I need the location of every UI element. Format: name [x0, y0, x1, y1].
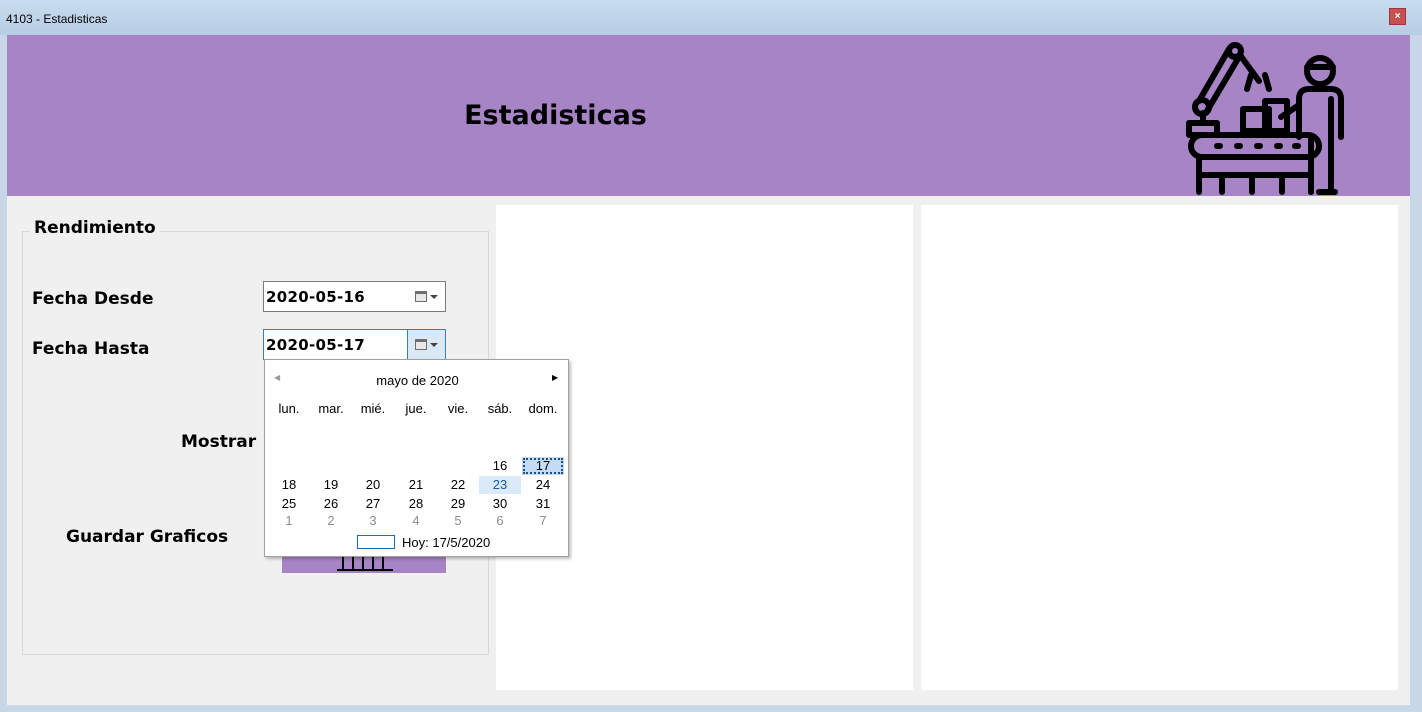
calendar-day[interactable]: 24	[522, 476, 564, 494]
fecha-hasta-dropdown-button[interactable]	[407, 330, 445, 359]
factory-worker-icon	[1186, 42, 1344, 195]
weekday-header: jue.	[405, 401, 427, 416]
calendar-icon	[415, 339, 427, 350]
calendar-day-next-month[interactable]: 4	[395, 512, 437, 530]
weekday-header: mié.	[360, 401, 386, 416]
calendar-day-next-month[interactable]: 2	[310, 512, 352, 530]
calendar-icon	[414, 291, 427, 302]
close-button[interactable]: ×	[1389, 8, 1406, 25]
fecha-hasta-value[interactable]: 2020-05-17	[266, 336, 365, 354]
calendar-next-month-button[interactable]: ▶	[552, 373, 558, 382]
window-client-area: Estadisticas Rendimiento Fecha Desde 202…	[7, 35, 1410, 705]
bar-chart-icon	[337, 557, 393, 571]
calendar-day[interactable]: 27	[352, 495, 394, 513]
fecha-desde-value[interactable]: 2020-05-16	[266, 288, 365, 306]
page-title: Estadisticas	[464, 100, 647, 131]
calendar-day[interactable]: 18	[268, 476, 310, 494]
calendar-day[interactable]: 31	[522, 495, 564, 513]
calendar-dropdown: ◀ mayo de 2020 ▶ lun. mar. mié. jue. vie…	[264, 359, 569, 557]
calendar-day-highlighted[interactable]: 23	[479, 476, 521, 494]
calendar-day-next-month[interactable]: 1	[268, 512, 310, 530]
calendar-day[interactable]: 21	[395, 476, 437, 494]
fecha-hasta-label: Fecha Hasta	[32, 339, 150, 359]
calendar-day-next-month[interactable]: 3	[352, 512, 394, 530]
calendar-day[interactable]: 16	[479, 457, 521, 475]
calendar-day-next-month[interactable]: 5	[437, 512, 479, 530]
weekday-header: mar.	[318, 401, 344, 416]
chart-panel-right	[921, 205, 1398, 690]
window-title: 4103 - Estadisticas	[6, 12, 108, 26]
calendar-day-selected[interactable]: 17	[522, 457, 564, 475]
rendimiento-title: Rendimiento	[30, 218, 160, 238]
calendar-day[interactable]: 19	[310, 476, 352, 494]
chevron-down-icon	[429, 294, 438, 299]
today-marker[interactable]	[357, 535, 395, 549]
fecha-desde-label: Fecha Desde	[32, 289, 154, 309]
title-bar: 4103 - Estadisticas ×	[0, 0, 1422, 35]
today-link[interactable]: Hoy: 17/5/2020	[402, 535, 490, 550]
weekday-header: vie.	[447, 401, 469, 416]
fecha-hasta-picker[interactable]: 2020-05-17	[263, 329, 446, 360]
calendar-day[interactable]: 25	[268, 495, 310, 513]
fecha-desde-dropdown-button[interactable]	[407, 282, 445, 311]
chevron-down-icon	[430, 342, 438, 347]
fecha-desde-picker[interactable]: 2020-05-16	[263, 281, 446, 312]
calendar-day-next-month[interactable]: 6	[479, 512, 521, 530]
mostrar-label: Mostrar	[181, 432, 257, 452]
calendar-day[interactable]: 30	[479, 495, 521, 513]
calendar-day[interactable]: 20	[352, 476, 394, 494]
calendar-month-title[interactable]: mayo de 2020	[265, 373, 570, 388]
calendar-day[interactable]: 22	[437, 476, 479, 494]
calendar-day[interactable]: 26	[310, 495, 352, 513]
close-icon: ×	[1394, 11, 1401, 22]
guardar-graficos-label: Guardar Graficos	[66, 527, 229, 547]
weekday-header: sáb.	[487, 401, 513, 416]
weekday-header: lun.	[278, 401, 300, 416]
calendar-day[interactable]: 29	[437, 495, 479, 513]
weekday-header: dom.	[528, 401, 558, 416]
calendar-day[interactable]: 28	[395, 495, 437, 513]
guardar-graficos-button[interactable]	[282, 557, 446, 573]
header-banner: Estadisticas	[7, 35, 1410, 196]
calendar-day-next-month[interactable]: 7	[522, 512, 564, 530]
